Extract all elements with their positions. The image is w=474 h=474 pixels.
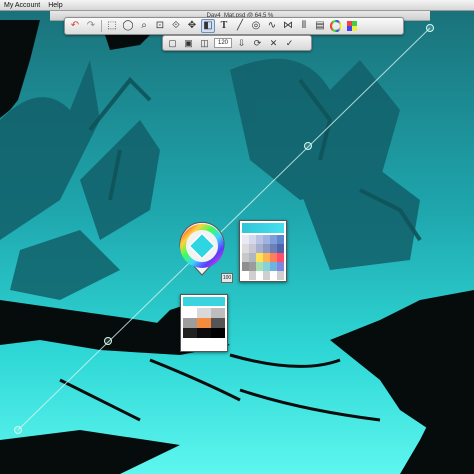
cancel-icon[interactable]: ✕ <box>267 37 280 49</box>
transform-mode-icon[interactable]: ▢ <box>166 37 179 49</box>
selection-icon[interactable]: ⬚ <box>105 19 119 33</box>
ruler-icon[interactable]: ╱ <box>233 19 247 33</box>
curve-icon[interactable]: ∿ <box>265 19 279 33</box>
text-icon[interactable]: T <box>217 19 231 33</box>
guide-handle-start[interactable] <box>14 426 22 434</box>
guide-handle-mid-2[interactable] <box>304 142 312 150</box>
menu-help[interactable]: Help <box>48 0 62 11</box>
toolbar-divider <box>101 20 102 32</box>
swatch-panel[interactable] <box>180 294 228 352</box>
menu-my-account[interactable]: My Account <box>4 0 40 11</box>
confirm-icon[interactable]: ✓ <box>283 37 296 49</box>
swatch-grid[interactable] <box>183 308 225 348</box>
perspective-icon[interactable]: ⋈ <box>281 19 295 33</box>
main-toolbar: ↶ ↷ ⬚ ◯ ⌕ ⊡ ⟐ ✥ ◧ T ╱ ◎ ∿ ⋈ ⫴ ▤ <box>64 17 404 35</box>
puck-size-label: 100 <box>221 273 233 283</box>
redo-icon[interactable]: ↷ <box>84 19 98 33</box>
undo-icon[interactable]: ↶ <box>68 19 82 33</box>
layers-icon[interactable]: ▤ <box>313 19 327 33</box>
transform-icon[interactable]: ⟐ <box>169 19 183 33</box>
transform-subtoolbar: ▢ ▣ ◫ 120 ⇩ ⟳ ✕ ✓ <box>162 35 312 51</box>
menu-bar: My Account Help <box>0 0 474 11</box>
crop-icon[interactable]: ⊡ <box>153 19 167 33</box>
lasso-icon[interactable]: ◯ <box>121 19 135 33</box>
move-icon[interactable]: ✥ <box>185 19 199 33</box>
fill-icon[interactable]: ◧ <box>201 19 215 33</box>
transform-scale-icon[interactable]: ▣ <box>182 37 195 49</box>
color-gradient-grid[interactable] <box>242 235 284 280</box>
current-color-swatch <box>242 223 284 233</box>
ellipse-guide-icon[interactable]: ◎ <box>249 19 263 33</box>
canvas-artwork[interactable] <box>0 0 474 474</box>
brushes-icon[interactable] <box>345 19 359 33</box>
rotate-icon[interactable]: ⟳ <box>251 37 264 49</box>
rotation-value-field[interactable]: 120 <box>214 38 232 48</box>
zoom-icon[interactable]: ⌕ <box>137 19 151 33</box>
symmetry-icon[interactable]: ⫴ <box>297 19 311 33</box>
guide-handle-end[interactable] <box>426 24 434 32</box>
guide-handle-mid-1[interactable] <box>104 337 112 345</box>
color-editor-panel[interactable] <box>239 220 287 282</box>
color-wheel-icon[interactable] <box>329 19 343 33</box>
flip-icon[interactable]: ⇩ <box>235 37 248 49</box>
transform-distort-icon[interactable]: ◫ <box>198 37 211 49</box>
swatch-current-color <box>183 297 225 306</box>
color-puck[interactable] <box>176 220 228 276</box>
